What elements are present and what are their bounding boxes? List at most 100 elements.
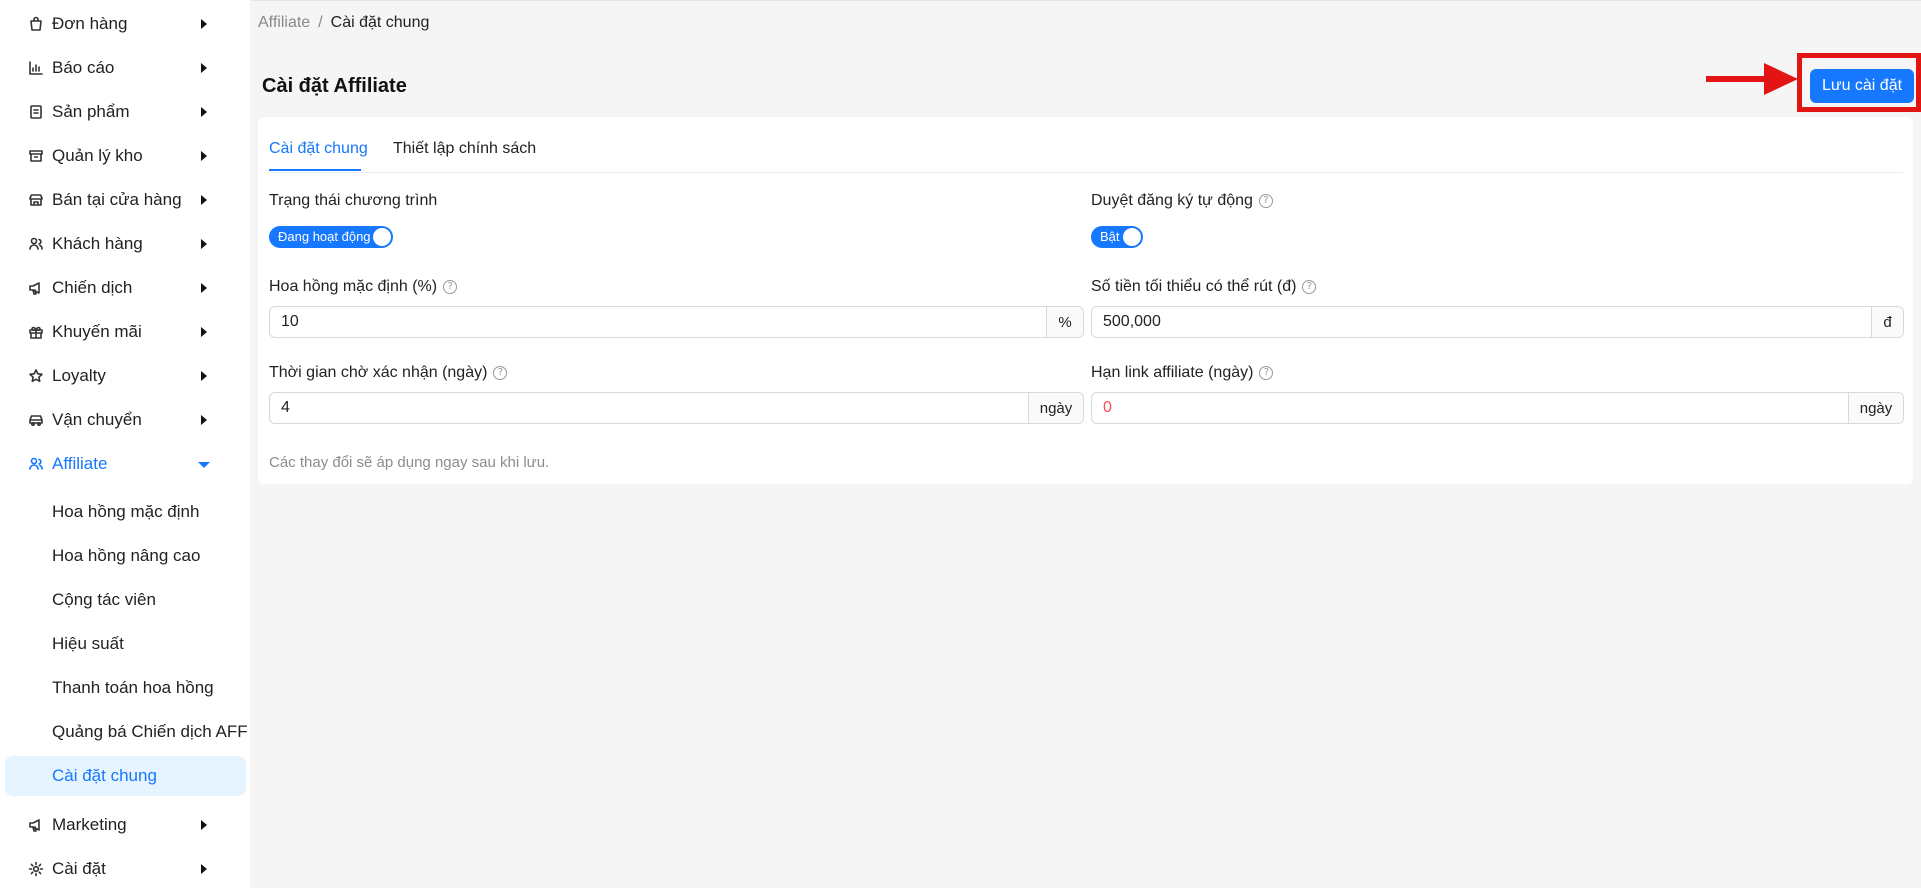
car-icon bbox=[27, 411, 45, 429]
sidebar-item-pos[interactable]: Bán tại cửa hàng bbox=[0, 178, 250, 222]
caret-right-icon bbox=[201, 107, 207, 117]
store-icon bbox=[27, 191, 45, 209]
program-status-toggle[interactable]: Đang hoạt động bbox=[269, 226, 393, 248]
sidebar-subitem-label: Quảng bá Chiến dịch AFF bbox=[52, 722, 248, 741]
star-icon bbox=[27, 367, 45, 385]
sidebar-item-inventory[interactable]: Quản lý kho bbox=[0, 134, 250, 178]
caret-right-icon bbox=[201, 283, 207, 293]
caret-right-icon bbox=[201, 151, 207, 161]
caret-right-icon bbox=[201, 864, 207, 874]
page-title: Cài đặt Affiliate bbox=[262, 75, 407, 97]
help-icon[interactable]: ? bbox=[1302, 280, 1317, 294]
sidebar-item-label: Báo cáo bbox=[52, 58, 115, 77]
sidebar-item-settings[interactable]: Cài đặt bbox=[0, 847, 250, 888]
sidebar-item-label: Vận chuyển bbox=[52, 410, 142, 429]
caret-right-icon bbox=[201, 63, 207, 73]
link-expiry-input[interactable] bbox=[1092, 393, 1848, 423]
min-withdraw-input[interactable] bbox=[1092, 307, 1871, 337]
sidebar: Đơn hàng Báo cáo Sản phẩm Quản lý kho Bá… bbox=[0, 0, 250, 888]
users-icon bbox=[27, 235, 45, 253]
tab-general-settings[interactable]: Cài đặt chung bbox=[269, 140, 368, 158]
breadcrumb-separator: / bbox=[318, 14, 323, 31]
settings-card: Cài đặt chung Thiết lập chính sách Trạng… bbox=[258, 117, 1913, 484]
sidebar-item-label: Marketing bbox=[52, 815, 127, 834]
sidebar-subitem-default-commission[interactable]: Hoa hồng mặc định bbox=[5, 492, 246, 532]
annotation-arrow-icon bbox=[1706, 63, 1798, 95]
top-border bbox=[0, 0, 1921, 1]
min-withdraw-label-text: Số tiền tối thiểu có thể rút (đ) bbox=[1091, 278, 1297, 295]
breadcrumb-current: Cài đặt chung bbox=[330, 14, 430, 31]
percent-suffix: % bbox=[1046, 307, 1083, 337]
sidebar-item-products[interactable]: Sản phẩm bbox=[0, 90, 250, 134]
sidebar-item-orders[interactable]: Đơn hàng bbox=[0, 2, 250, 46]
min-withdraw-label: Số tiền tối thiểu có thể rút (đ) ? bbox=[1091, 278, 1317, 296]
sidebar-item-promotions[interactable]: Khuyến mãi bbox=[0, 310, 250, 354]
toggle-knob bbox=[373, 228, 391, 246]
caret-right-icon bbox=[201, 195, 207, 205]
active-tab-indicator bbox=[269, 169, 361, 171]
gear-icon bbox=[27, 860, 45, 878]
sidebar-item-label: Sản phẩm bbox=[52, 102, 130, 121]
caret-right-icon bbox=[201, 371, 207, 381]
confirm-wait-label-text: Thời gian chờ xác nhận (ngày) bbox=[269, 364, 488, 381]
sidebar-item-campaigns[interactable]: Chiến dịch bbox=[0, 266, 250, 310]
sidebar-subitem-aff-campaign-promo[interactable]: Quảng bá Chiến dịch AFF bbox=[5, 712, 248, 752]
days-suffix: ngày bbox=[1848, 393, 1903, 423]
sidebar-item-label: Đơn hàng bbox=[52, 14, 128, 33]
shopping-bag-icon bbox=[27, 15, 45, 33]
sidebar-subitem-label: Hoa hồng mặc định bbox=[52, 502, 200, 521]
min-withdraw-field: đ bbox=[1091, 306, 1904, 338]
caret-down-icon bbox=[198, 462, 210, 468]
sidebar-item-customers[interactable]: Khách hàng bbox=[0, 222, 250, 266]
sidebar-subitem-general-settings[interactable]: Cài đặt chung bbox=[5, 756, 246, 796]
sidebar-item-reports[interactable]: Báo cáo bbox=[0, 46, 250, 90]
confirm-wait-label: Thời gian chờ xác nhận (ngày) ? bbox=[269, 364, 508, 382]
sidebar-subitem-label: Hoa hồng nâng cao bbox=[52, 546, 201, 565]
auto-approve-label: Duyệt đăng ký tự động ? bbox=[1091, 192, 1273, 210]
sidebar-subitem-commission-payment[interactable]: Thanh toán hoa hồng bbox=[5, 668, 246, 708]
megaphone-icon bbox=[27, 279, 45, 297]
link-expiry-field: ngày bbox=[1091, 392, 1904, 424]
help-icon[interactable]: ? bbox=[493, 366, 508, 380]
auto-approve-label-text: Duyệt đăng ký tự động bbox=[1091, 192, 1253, 209]
default-commission-label-text: Hoa hồng mặc định (%) bbox=[269, 278, 438, 295]
sidebar-subitem-performance[interactable]: Hiệu suất bbox=[5, 624, 246, 664]
gift-icon bbox=[27, 323, 45, 341]
breadcrumb: Affiliate / Cài đặt chung bbox=[258, 14, 429, 32]
auto-approve-toggle[interactable]: Bật bbox=[1091, 226, 1143, 248]
save-hint-text: Các thay đổi sẽ áp dụng ngay sau khi lưu… bbox=[269, 454, 550, 471]
toggle-knob bbox=[1123, 228, 1141, 246]
caret-right-icon bbox=[201, 19, 207, 29]
confirm-wait-field: ngày bbox=[269, 392, 1084, 424]
help-icon[interactable]: ? bbox=[443, 280, 458, 294]
save-settings-button[interactable]: Lưu cài đặt bbox=[1810, 69, 1914, 103]
tab-policy-setup[interactable]: Thiết lập chính sách bbox=[393, 140, 536, 158]
megaphone-icon bbox=[27, 816, 45, 834]
program-status-label: Trạng thái chương trình bbox=[269, 192, 437, 210]
program-status-toggle-text: Đang hoạt động bbox=[278, 229, 371, 244]
archive-icon bbox=[27, 147, 45, 165]
link-expiry-label: Hạn link affiliate (ngày) ? bbox=[1091, 364, 1274, 382]
confirm-wait-input[interactable] bbox=[270, 393, 1028, 423]
default-commission-input[interactable] bbox=[270, 307, 1046, 337]
sidebar-subitem-label: Cài đặt chung bbox=[52, 766, 157, 785]
bar-chart-icon bbox=[27, 59, 45, 77]
breadcrumb-parent-link[interactable]: Affiliate bbox=[258, 14, 310, 31]
help-icon[interactable]: ? bbox=[1258, 194, 1273, 208]
program-status-label-text: Trạng thái chương trình bbox=[269, 192, 438, 209]
sidebar-item-affiliate[interactable]: Affiliate bbox=[0, 442, 250, 486]
sidebar-item-label: Cài đặt bbox=[52, 859, 106, 878]
sidebar-subitem-advanced-commission[interactable]: Hoa hồng nâng cao bbox=[5, 536, 246, 576]
sidebar-subitem-collaborators[interactable]: Cộng tác viên bbox=[5, 580, 246, 620]
caret-right-icon bbox=[201, 239, 207, 249]
sidebar-item-label: Khuyến mãi bbox=[52, 322, 142, 341]
currency-suffix: đ bbox=[1871, 307, 1903, 337]
sidebar-item-shipping[interactable]: Vận chuyển bbox=[0, 398, 250, 442]
sidebar-item-loyalty[interactable]: Loyalty bbox=[0, 354, 250, 398]
help-icon[interactable]: ? bbox=[1259, 366, 1274, 380]
caret-right-icon bbox=[201, 820, 207, 830]
sidebar-subitem-label: Hiệu suất bbox=[52, 634, 124, 653]
sidebar-item-marketing[interactable]: Marketing bbox=[0, 803, 250, 847]
sidebar-subitem-label: Cộng tác viên bbox=[52, 590, 156, 609]
sidebar-item-label: Khách hàng bbox=[52, 234, 143, 253]
